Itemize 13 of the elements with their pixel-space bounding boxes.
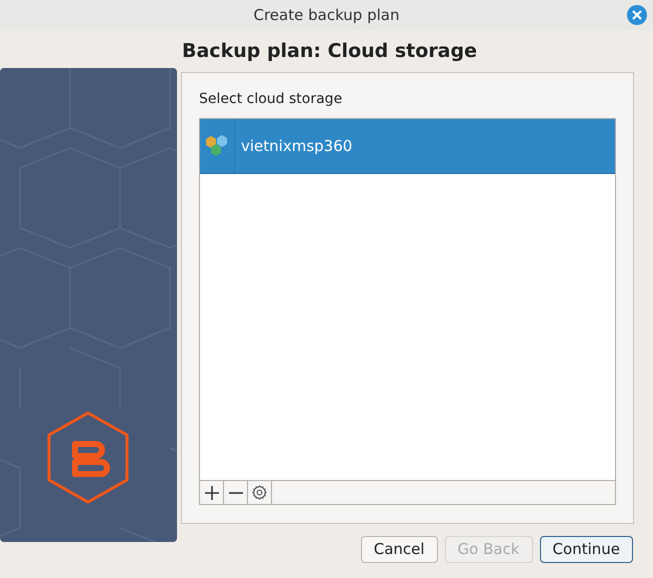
settings-icon xyxy=(252,485,267,500)
storage-name: vietnixmsp360 xyxy=(241,136,352,157)
close-button[interactable] xyxy=(627,5,647,25)
window-title: Create backup plan xyxy=(254,4,400,26)
close-icon xyxy=(632,10,642,20)
dialog-button[interactable]: Cancel xyxy=(360,536,438,563)
plus-icon xyxy=(204,486,218,500)
list-label: Select cloud storage xyxy=(199,90,344,109)
dialog-button[interactable]: Continue xyxy=(540,536,633,563)
storage-item[interactable]: vietnixmsp360 xyxy=(200,119,615,174)
page-heading: Backup plan: Cloud storage xyxy=(182,39,478,64)
cubes-icon xyxy=(205,134,229,158)
minus-icon xyxy=(228,492,242,494)
